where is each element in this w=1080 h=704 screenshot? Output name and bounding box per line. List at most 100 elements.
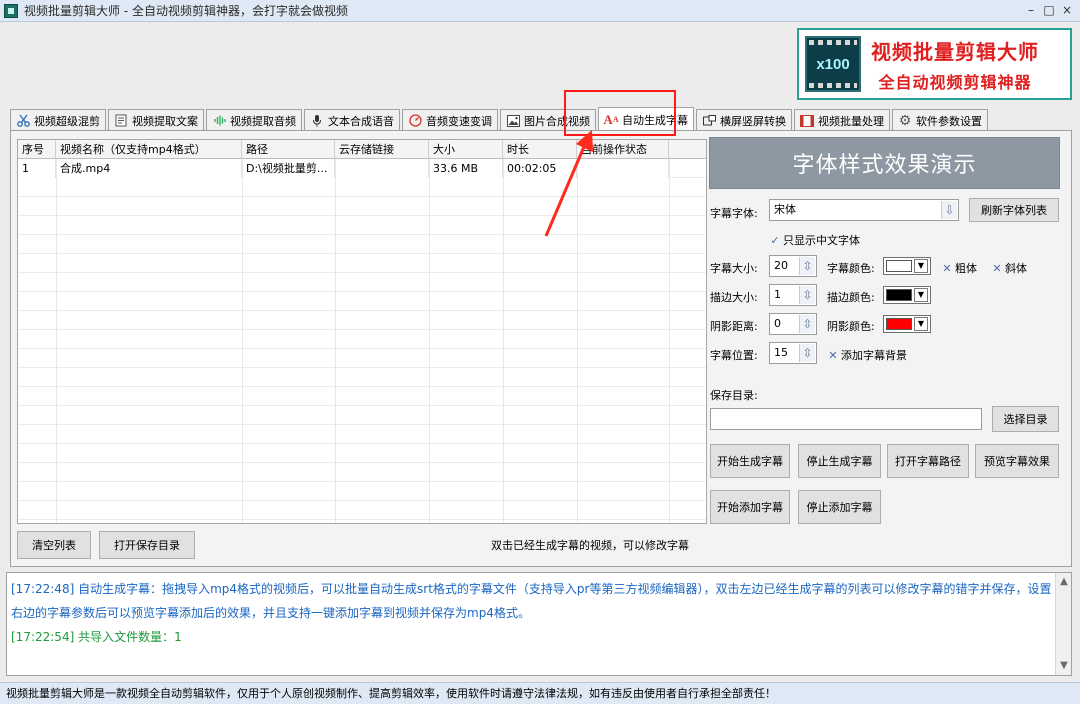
font-color-picker[interactable]: ▼ xyxy=(883,257,931,275)
table-cell: 合成.mp4 xyxy=(56,159,242,178)
checkmark-icon: ✓ xyxy=(770,233,780,247)
position-value: 15 xyxy=(774,346,788,359)
column-header[interactable]: 路径 xyxy=(242,140,335,159)
banner-title: 视频批量剪辑大师 xyxy=(871,39,1039,64)
open-subtitle-path-button[interactable]: 打开字幕路径 xyxy=(887,444,969,478)
color-swatch xyxy=(886,260,912,272)
column-header[interactable]: 序号 xyxy=(18,140,56,159)
tab-extract-text[interactable]: 视频提取文案 xyxy=(108,109,204,131)
annotation-arrow-icon xyxy=(544,130,593,237)
column-divider xyxy=(242,159,243,523)
tab-label: 视频提取音频 xyxy=(230,114,296,128)
position-stepper[interactable]: 15 ⇳ xyxy=(769,342,817,364)
title-bar: 视频批量剪辑大师 - 全自动视频剪辑神器，会打字就会做视频 – □ × xyxy=(0,0,1080,22)
tab-batch-process[interactable]: 视频批量处理 xyxy=(794,109,890,131)
font-preview-box: 字体样式效果演示 xyxy=(709,137,1060,189)
open-save-dir-button[interactable]: 打开保存目录 xyxy=(99,531,195,559)
gear-icon: ⚙ xyxy=(898,112,912,129)
tab-label: 视频批量处理 xyxy=(818,114,884,128)
shadow-distance-label: 阴影距离: xyxy=(710,320,758,333)
chevron-down-icon: ▼ xyxy=(914,259,928,273)
tab-label: 软件参数设置 xyxy=(916,114,982,128)
checkbox-label: 斜体 xyxy=(1005,262,1027,275)
add-bg-checkbox[interactable]: ✕ 添加字幕背景 xyxy=(827,347,907,363)
status-bar: 视频批量剪辑大师是一款视频全自动剪辑软件，仅用于个人原创视频制作、提高剪辑效率，… xyxy=(0,682,1080,704)
tab-audio-speed[interactable]: 音频变速变调 xyxy=(402,109,498,131)
color-label: 字幕颜色: xyxy=(827,262,875,275)
minimize-button[interactable]: – xyxy=(1024,2,1038,18)
only-chinese-fonts-checkbox[interactable]: ✓ 只显示中文字体 xyxy=(769,232,860,248)
log-scrollbar[interactable]: ▲ ▼ xyxy=(1055,573,1071,675)
shadow-distance-value: 0 xyxy=(774,317,781,330)
stepper-arrow-icon[interactable]: ⇳ xyxy=(799,257,815,275)
image-icon xyxy=(506,114,520,128)
chevron-down-icon: ▼ xyxy=(914,317,928,331)
shadow-color-picker[interactable]: ▼ xyxy=(883,315,931,333)
checkbox-label: 粗体 xyxy=(955,262,977,275)
column-header[interactable]: 视频名称（仅支持mp4格式） xyxy=(56,140,242,159)
file-list-table[interactable]: 序号 视频名称（仅支持mp4格式） 路径 云存储链接 大小 时长 当前操作状态 … xyxy=(17,139,707,524)
stop-add-button[interactable]: 停止添加字幕 xyxy=(798,490,881,524)
choose-dir-button[interactable]: 选择目录 xyxy=(992,406,1059,432)
log-line: 右边的字幕参数后可以预览字幕添加后的效果，并且支持一键添加字幕到视频并保存为mp… xyxy=(11,606,530,620)
refresh-fonts-button[interactable]: 刷新字体列表 xyxy=(969,198,1059,222)
column-header-filler xyxy=(669,140,697,159)
start-add-button[interactable]: 开始添加字幕 xyxy=(710,490,790,524)
preview-effect-button[interactable]: 预览字幕效果 xyxy=(975,444,1059,478)
tab-extract-audio[interactable]: 视频提取音频 xyxy=(206,109,302,131)
chevron-down-icon[interactable]: ⇩ xyxy=(941,201,957,219)
start-generate-button[interactable]: 开始生成字幕 xyxy=(710,444,790,478)
stepper-arrow-icon[interactable]: ⇳ xyxy=(799,286,815,304)
tab-text-to-speech[interactable]: 文本合成语音 xyxy=(304,109,400,131)
film-logo-icon: x100 xyxy=(805,36,861,92)
column-header[interactable]: 大小 xyxy=(429,140,503,159)
cross-icon: ✕ xyxy=(942,261,952,275)
checkbox-label: 只显示中文字体 xyxy=(783,234,860,247)
clear-list-button[interactable]: 清空列表 xyxy=(17,531,91,559)
cross-icon: ✕ xyxy=(992,261,1002,275)
app-icon xyxy=(4,3,18,18)
stroke-color-picker[interactable]: ▼ xyxy=(883,286,931,304)
stroke-size-stepper[interactable]: 1 ⇳ xyxy=(769,284,817,306)
film-icon xyxy=(800,114,814,128)
tab-label: 视频提取文案 xyxy=(132,114,198,128)
gauge-icon xyxy=(408,114,422,128)
tab-video-mix[interactable]: 视频超级混剪 xyxy=(10,109,106,131)
stepper-arrow-icon[interactable]: ⇳ xyxy=(799,344,815,362)
position-label: 字幕位置: xyxy=(710,349,758,362)
bold-checkbox[interactable]: ✕ 粗体 xyxy=(941,260,977,276)
column-divider xyxy=(56,159,57,523)
stop-generate-button[interactable]: 停止生成字幕 xyxy=(798,444,881,478)
font-select[interactable]: 宋体 ⇩ xyxy=(769,199,959,221)
size-stepper[interactable]: 20 ⇳ xyxy=(769,255,817,277)
stroke-size-label: 描边大小: xyxy=(710,291,758,304)
banner-subtitle: 全自动视频剪辑神器 xyxy=(878,72,1032,92)
tab-settings[interactable]: ⚙ 软件参数设置 xyxy=(892,109,988,131)
chevron-down-icon: ▼ xyxy=(914,288,928,302)
italic-checkbox[interactable]: ✕ 斜体 xyxy=(991,260,1027,276)
save-dir-label: 保存目录: xyxy=(710,389,758,402)
log-panel[interactable]: [17:22:48] 自动生成字幕：拖拽导入mp4格式的视频后，可以批量自动生成… xyxy=(6,572,1072,676)
promo-banner: x100 视频批量剪辑大师 全自动视频剪辑神器 xyxy=(797,28,1072,100)
log-line: [17:22:48] 自动生成字幕：拖拽导入mp4格式的视频后，可以批量自动生成… xyxy=(11,582,1052,596)
save-dir-input[interactable] xyxy=(710,408,982,430)
table-cell: 33.6 MB xyxy=(429,159,503,178)
close-button[interactable]: × xyxy=(1060,2,1074,18)
size-label: 字幕大小: xyxy=(710,262,758,275)
tab-orientation-convert[interactable]: 横屏竖屏转换 xyxy=(696,109,792,131)
column-header[interactable]: 云存储链接 xyxy=(335,140,429,159)
scissors-icon xyxy=(16,114,30,128)
microphone-icon xyxy=(310,114,324,128)
font-label: 字幕字体: xyxy=(710,207,758,220)
maximize-button[interactable]: □ xyxy=(1042,2,1056,18)
shadow-distance-stepper[interactable]: 0 ⇳ xyxy=(769,313,817,335)
stepper-arrow-icon[interactable]: ⇳ xyxy=(799,315,815,333)
table-cell: 1 xyxy=(18,159,56,178)
table-header: 序号 视频名称（仅支持mp4格式） 路径 云存储链接 大小 时长 当前操作状态 xyxy=(18,140,706,159)
stroke-size-value: 1 xyxy=(774,288,781,301)
tab-label: 视频超级混剪 xyxy=(34,114,100,128)
scroll-up-icon[interactable]: ▲ xyxy=(1057,574,1071,590)
scroll-down-icon[interactable]: ▼ xyxy=(1057,658,1071,674)
cross-icon: ✕ xyxy=(828,348,838,362)
table-cell: D:\视频批量剪... xyxy=(242,159,335,178)
